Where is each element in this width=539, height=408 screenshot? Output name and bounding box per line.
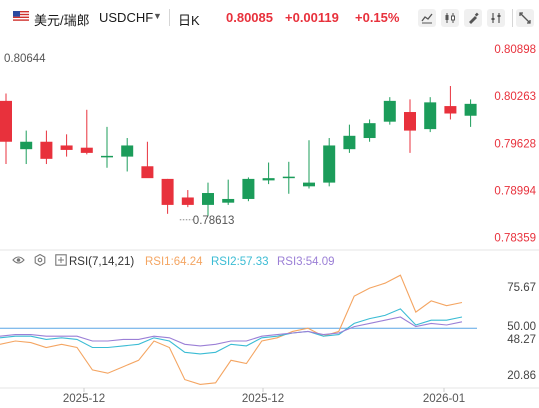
candle-body — [20, 141, 33, 150]
rsi2-value: RSI2:57.33 — [211, 256, 269, 268]
rsi-series-line-2 — [0, 308, 463, 355]
candle-body — [262, 178, 275, 181]
candle-body — [181, 197, 194, 205]
candle-body — [121, 145, 134, 157]
candle-body — [101, 155, 113, 158]
rsi-title: RSI(7,14,21) — [69, 256, 135, 268]
candle-body — [80, 147, 93, 153]
candle-body — [464, 103, 477, 116]
candle-body — [242, 178, 255, 199]
candle-body — [0, 100, 12, 142]
rsi-series-line-1 — [0, 274, 463, 385]
candle-body — [282, 176, 295, 179]
candle-body — [323, 145, 336, 183]
x-axis-label: 2025-12 — [63, 393, 105, 405]
candle-body — [141, 166, 154, 179]
candle-body — [40, 141, 53, 159]
price-axis-label: 0.78359 — [494, 233, 536, 245]
candle-body — [202, 193, 214, 205]
rsi3-value: RSI3:54.09 — [277, 256, 335, 268]
rsi-axis-label: 20.86 — [507, 370, 536, 382]
x-axis-label: 2026-01 — [423, 393, 465, 405]
rsi1-value: RSI1:64.24 — [145, 256, 203, 268]
candle-body — [363, 123, 376, 139]
price-axis-label: 0.78994 — [494, 185, 536, 197]
candle-body — [383, 100, 396, 122]
candle-body — [60, 145, 73, 150]
price-axis-label: 0.80898 — [494, 44, 536, 56]
eye-icon[interactable] — [12, 254, 25, 269]
candle-body — [303, 182, 315, 187]
price-axis-label: 0.79628 — [494, 138, 536, 150]
candle-body — [404, 112, 416, 131]
rsi-axis-label: 50.00 — [507, 321, 536, 333]
candle-body — [444, 106, 457, 114]
maximize-icon[interactable] — [55, 254, 67, 269]
rsi-series-line-3 — [0, 316, 463, 347]
candle-body — [343, 135, 356, 150]
rsi-legend: RSI(7,14,21) RSI1:64.24 RSI2:57.33 RSI3:… — [0, 253, 400, 273]
price-chart[interactable]: 0.80898 0.80263 0.79628 0.78994 0.78359 0.806… — [0, 0, 539, 408]
candle-body — [222, 198, 235, 203]
settings-icon[interactable] — [34, 253, 46, 269]
price-axis-label: 0.80263 — [494, 91, 536, 103]
x-axis-label: 2025-12 — [242, 393, 284, 405]
rsi-axis-label: 75.67 — [507, 282, 536, 294]
high-price-label: 0.80644 — [4, 53, 46, 65]
low-price-label: 0.78613 — [193, 215, 235, 227]
candle-body — [161, 178, 174, 205]
candle-body — [424, 102, 437, 130]
rsi-axis-label: 48.27 — [507, 334, 536, 346]
